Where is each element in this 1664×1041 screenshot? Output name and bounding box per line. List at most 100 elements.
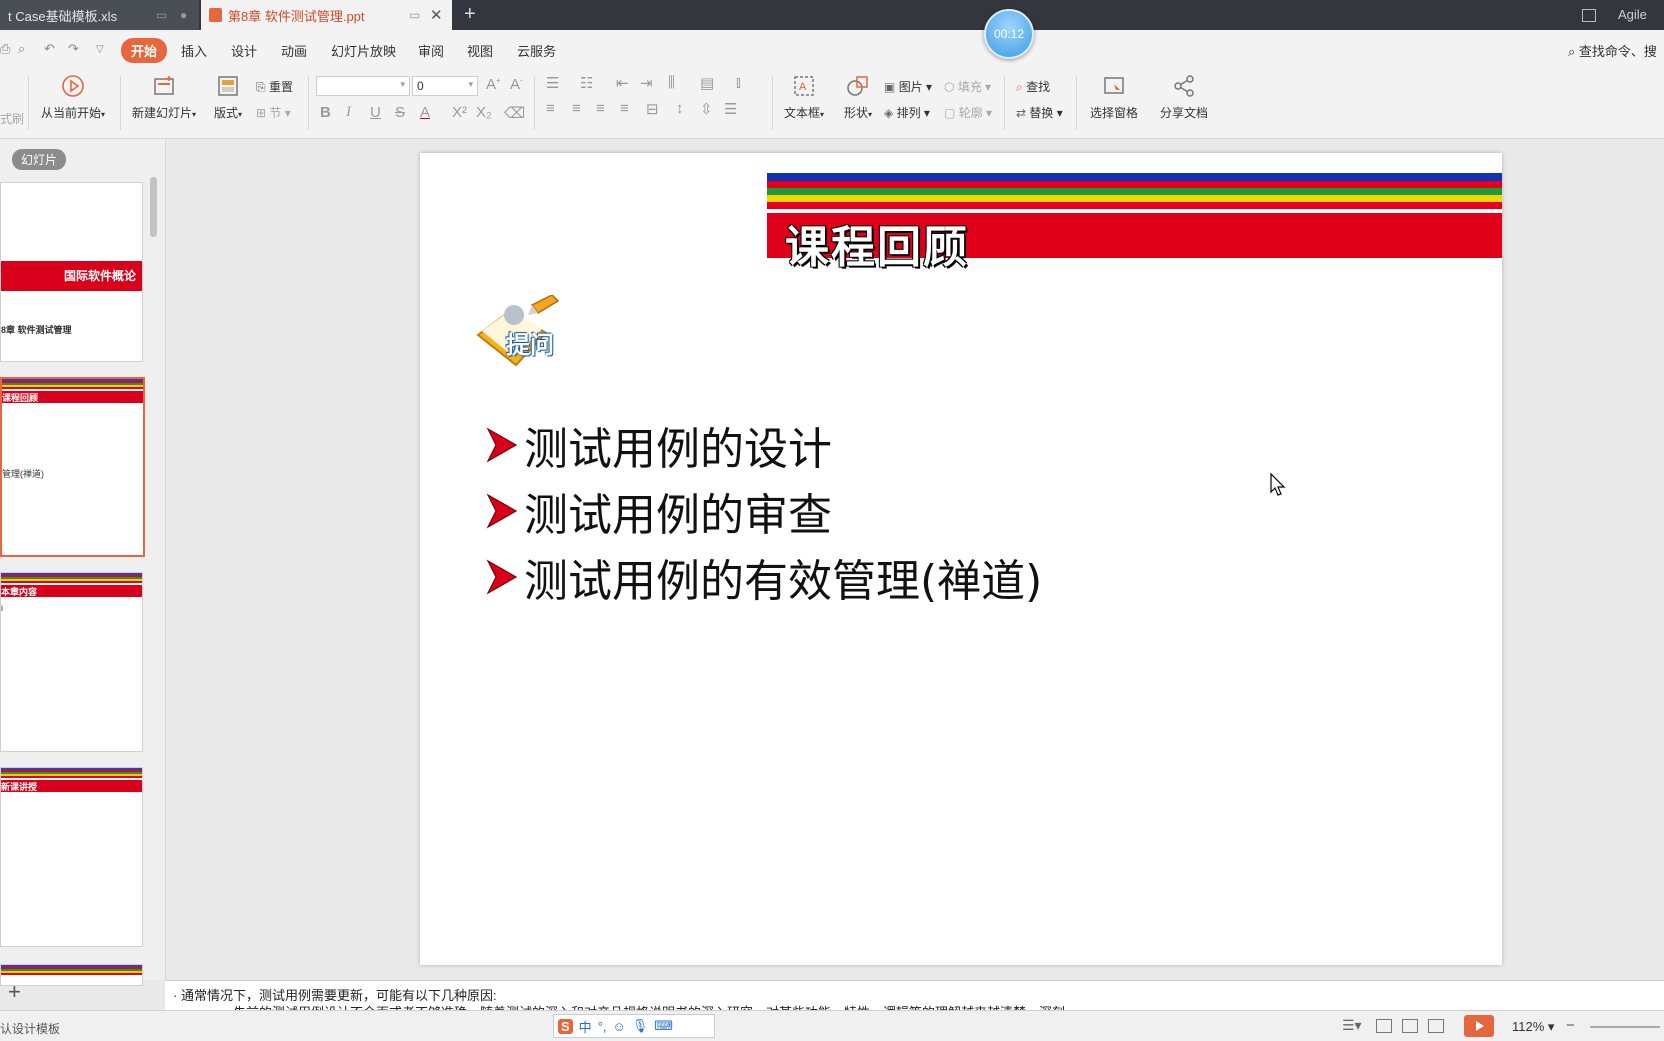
numbering-icon[interactable]: ☷ xyxy=(580,74,593,92)
columns-icon[interactable]: ⫾ xyxy=(736,74,741,91)
new-tab-icon[interactable]: + xyxy=(464,3,476,26)
paragraph-spacing-icon[interactable]: ⇳ xyxy=(700,100,713,118)
input-method-toolbar[interactable]: S 中 °, ☺ 🎙 ⌨ xyxy=(553,1014,715,1038)
zoom-level[interactable]: 112% ▾ xyxy=(1512,1019,1554,1035)
strikethrough-icon[interactable]: S xyxy=(395,104,405,121)
menu-animation[interactable]: 动画 xyxy=(281,41,307,60)
paragraph-icon[interactable]: ☰ xyxy=(724,100,737,118)
menu-insert[interactable]: 插入 xyxy=(181,41,207,60)
ime-chinese-icon[interactable]: 中 xyxy=(579,1017,592,1036)
tab-excel-file[interactable]: t Case基础模板.xls ▭ ● xyxy=(0,0,199,30)
section-button[interactable]: ⊞ 节 ▾ xyxy=(256,104,291,121)
customize-chevron-icon[interactable]: ▽ xyxy=(96,44,104,55)
justify-icon[interactable]: ≡ xyxy=(620,100,629,117)
slide-sorter-icon[interactable] xyxy=(1402,1019,1418,1033)
replace-button[interactable]: ⇄ 替换 ▾ xyxy=(1016,104,1063,121)
ime-punct-icon[interactable]: °, xyxy=(598,1019,607,1034)
command-search[interactable]: ⌕ 查找命令、搜 xyxy=(1568,41,1657,60)
pin-icon[interactable]: ▭ xyxy=(409,8,420,22)
format-painter-button[interactable]: 式刷 xyxy=(0,110,24,127)
underline-icon[interactable]: U xyxy=(370,104,381,121)
design-template-label[interactable]: 认设计模板 xyxy=(0,1020,60,1037)
font-size-select[interactable]: 0 ▾ xyxy=(412,76,478,96)
user-name[interactable]: Agile xyxy=(1618,7,1647,22)
window-mode-icon[interactable] xyxy=(1582,9,1596,22)
slide-title[interactable]: 课程回顾 xyxy=(785,211,969,275)
slide-thumbnail-5[interactable] xyxy=(0,964,143,986)
menu-cloud[interactable]: 云服务 xyxy=(517,41,556,60)
font-color-icon[interactable]: A xyxy=(420,104,430,121)
menu-design[interactable]: 设计 xyxy=(231,41,257,60)
ime-emoji-icon[interactable]: ☺ xyxy=(613,1019,626,1034)
pin-icon[interactable]: ▭ xyxy=(156,8,167,22)
increase-indent-icon[interactable]: ⇥ xyxy=(640,74,653,92)
section-label: 节 xyxy=(269,106,282,120)
print-icon[interactable]: ⎙ xyxy=(0,41,10,57)
thumbnail-scrollbar[interactable] xyxy=(150,177,157,237)
outline-button[interactable]: ▢ 轮廓 ▾ xyxy=(944,104,992,121)
slide-thumbnail-4[interactable]: 新课讲授 xyxy=(0,767,143,947)
normal-view-icon[interactable] xyxy=(1376,1019,1392,1033)
ime-keyboard-icon[interactable]: ⌨ xyxy=(654,1018,673,1034)
bullet-item[interactable]: 测试用例的有效管理(禅道) xyxy=(486,547,1042,607)
menu-view[interactable]: 视图 xyxy=(467,41,493,60)
notes-toggle-icon[interactable]: ☰▾ xyxy=(1342,1017,1362,1034)
slide-canvas[interactable]: 课程回顾 提问 测试用例的设计 测试用例的审查 测试用例的有效管理(禅道) xyxy=(420,153,1502,965)
text-direction-icon[interactable]: ⫼ xyxy=(668,74,675,91)
find-button[interactable]: ⌕ 查找 xyxy=(1016,78,1050,95)
reading-view-icon[interactable] xyxy=(1428,1019,1444,1033)
slideshow-play-button[interactable] xyxy=(1464,1015,1494,1037)
slides-tab[interactable]: 幻灯片 xyxy=(12,149,67,170)
shape-button[interactable]: 形状▾ xyxy=(838,74,878,121)
textbox-button[interactable]: A 文本框▾ xyxy=(780,74,828,121)
undo-icon[interactable]: ↶ xyxy=(44,41,55,57)
reset-button[interactable]: ⎘ 重置 xyxy=(256,78,293,95)
share-button[interactable]: 分享文档 xyxy=(1156,74,1212,121)
shrink-font-icon[interactable]: A- xyxy=(510,76,523,93)
picture-button[interactable]: ▣ 图片 ▾ xyxy=(884,78,932,95)
recording-timer[interactable]: 00:12 xyxy=(984,9,1034,59)
menu-home[interactable]: 开始 xyxy=(121,38,168,63)
align-left-icon[interactable]: ≡ xyxy=(546,100,555,117)
preview-icon[interactable]: ⌕ xyxy=(18,41,25,57)
clear-format-icon[interactable]: ⌫ xyxy=(504,104,525,122)
add-slide-icon[interactable]: + xyxy=(8,979,21,1005)
menu-slideshow[interactable]: 幻灯片放映 xyxy=(331,41,396,60)
distribute-icon[interactable]: ⊟ xyxy=(646,100,659,118)
align-text-icon[interactable]: ▤ xyxy=(700,74,714,92)
ime-voice-icon[interactable]: 🎙 xyxy=(632,1018,649,1034)
tab-ppt-file[interactable]: 第8章 软件测试管理.ppt ▭ ✕ xyxy=(201,0,452,30)
slide-thumbnail-3[interactable]: 本章内容 i xyxy=(0,572,143,752)
dot-icon[interactable]: ● xyxy=(180,8,187,22)
subscript-icon[interactable]: X₂ xyxy=(476,104,492,121)
layout-label: 版式 xyxy=(213,106,238,120)
zoom-out-icon[interactable]: − xyxy=(1566,1017,1575,1034)
layout-button[interactable]: 版式▾ xyxy=(210,74,246,121)
bullet-item[interactable]: 测试用例的设计 xyxy=(486,415,832,475)
zoom-slider[interactable] xyxy=(1590,1026,1660,1028)
bold-icon[interactable]: B xyxy=(320,104,331,121)
grow-font-icon[interactable]: A+ xyxy=(486,76,501,93)
line-spacing-icon[interactable]: ↕ xyxy=(676,100,684,117)
select-pane-button[interactable]: 选择窗格 xyxy=(1086,74,1142,121)
question-badge[interactable]: 提问 xyxy=(472,294,562,377)
decrease-indent-icon[interactable]: ⇤ xyxy=(616,74,629,92)
font-name-select[interactable]: ▾ xyxy=(316,76,410,96)
arrange-button[interactable]: ◈ 排列 ▾ xyxy=(884,104,930,121)
italic-icon[interactable]: I xyxy=(346,104,351,121)
speaker-notes[interactable]: · 通常情况下，测试用例需要更新，可能有以下几种原因: · 先前的测试用例设计不… xyxy=(165,980,1664,1011)
align-center-icon[interactable]: ≡ xyxy=(572,100,581,117)
bullet-item[interactable]: 测试用例的审查 xyxy=(486,481,832,541)
close-tab-icon[interactable]: ✕ xyxy=(430,6,443,24)
redo-icon[interactable]: ↷ xyxy=(68,41,79,57)
bullets-icon[interactable]: ☰ xyxy=(546,74,559,92)
slide-thumbnail-2[interactable]: 课程回顾 管理(禅道) xyxy=(0,377,145,557)
zoom-value: 112% xyxy=(1512,1019,1545,1034)
slide-thumbnail-1[interactable]: 国际软件概论 8章 软件测试管理 xyxy=(0,182,143,362)
align-right-icon[interactable]: ≡ xyxy=(596,100,605,117)
new-slide-button[interactable]: 新建幻灯片▾ xyxy=(128,74,200,121)
play-from-current-button[interactable]: 从当前开始▾ xyxy=(38,74,108,121)
superscript-icon[interactable]: X² xyxy=(452,104,467,121)
fill-button[interactable]: ⬡ 填充 ▾ xyxy=(944,78,991,95)
menu-review[interactable]: 审阅 xyxy=(418,41,444,60)
